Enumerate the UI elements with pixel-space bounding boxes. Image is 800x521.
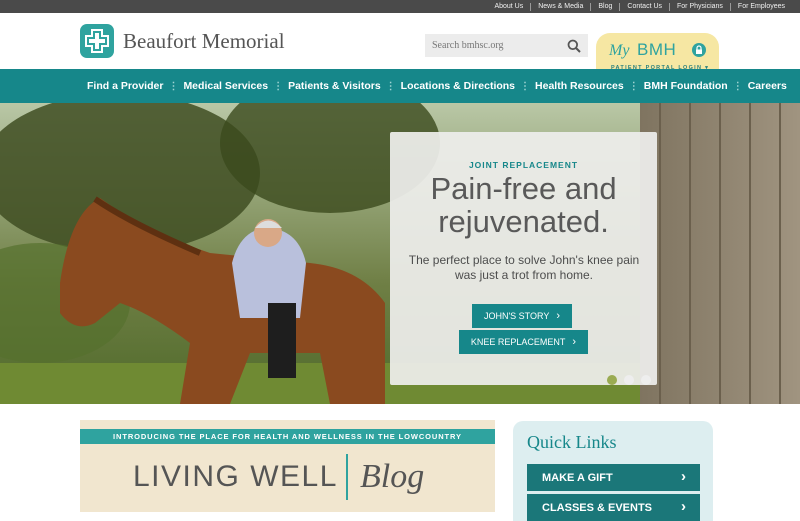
promo-title: Pain-free and rejuvenated.	[390, 172, 657, 238]
hero-carousel: JOINT REPLACEMENT Pain-free and rejuvena…	[0, 103, 800, 404]
utility-link-blog[interactable]: Blog	[590, 2, 619, 11]
promo-eyebrow: JOINT REPLACEMENT	[468, 160, 579, 170]
main-nav: Find a Provider ⋮ Medical Services ⋮ Pat…	[0, 69, 800, 103]
nav-separator: ⋮	[385, 80, 396, 92]
nav-separator: ⋮	[732, 80, 743, 92]
chevron-right-icon: ›	[572, 336, 577, 348]
hero-promo-card: JOINT REPLACEMENT Pain-free and rejuvena…	[390, 132, 657, 385]
site-header: Beaufort Memorial My BMH PATIENT PORTAL …	[0, 13, 800, 82]
blog-banner-living: LIVING WELL	[133, 460, 338, 493]
nav-item-locations[interactable]: Locations & Directions	[396, 80, 520, 92]
blog-banner-word: Blog	[360, 458, 425, 495]
utility-link-news[interactable]: News & Media	[530, 2, 590, 11]
johns-story-button[interactable]: JOHN'S STORY ›	[472, 304, 572, 328]
nav-item-health-resources[interactable]: Health Resources	[530, 80, 629, 92]
lock-icon	[692, 43, 706, 57]
knee-replacement-button[interactable]: KNEE REPLACEMENT ›	[459, 330, 588, 354]
blog-banner-divider	[346, 454, 348, 500]
nav-item-patients-visitors[interactable]: Patients & Visitors	[283, 80, 386, 92]
living-well-blog-banner[interactable]: INTRODUCING THE PLACE FOR HEALTH AND WEL…	[80, 420, 495, 512]
portal-my-text: My	[609, 42, 630, 59]
nav-separator: ⋮	[168, 80, 179, 92]
classes-events-button[interactable]: CLASSES & EVENTS ›	[527, 494, 700, 521]
chevron-right-icon: ›	[681, 468, 686, 485]
carousel-dot-1[interactable]	[607, 375, 617, 385]
utility-links: About Us News & Media Blog Contact Us Fo…	[487, 0, 792, 13]
blog-banner-strip: INTRODUCING THE PLACE FOR HEALTH AND WEL…	[80, 429, 495, 444]
utility-bar: About Us News & Media Blog Contact Us Fo…	[0, 0, 800, 13]
carousel-dots	[607, 375, 651, 385]
carousel-dot-3[interactable]	[641, 375, 651, 385]
nav-separator: ⋮	[273, 80, 284, 92]
search-icon	[567, 39, 581, 53]
site-logo[interactable]: Beaufort Memorial	[80, 24, 285, 58]
quick-links-title: Quick Links	[527, 432, 617, 452]
nav-separator: ⋮	[628, 80, 639, 92]
chevron-right-icon: ›	[681, 498, 686, 515]
quick-links-panel: Quick Links MAKE A GIFT › CLASSES & EVEN…	[513, 421, 713, 521]
logo-text: Beaufort Memorial	[123, 28, 285, 53]
make-a-gift-button[interactable]: MAKE A GIFT ›	[527, 464, 700, 491]
carousel-dot-2[interactable]	[624, 375, 634, 385]
utility-link-about[interactable]: About Us	[487, 3, 530, 11]
search-box	[425, 34, 588, 57]
portal-bmh-text: BMH	[637, 40, 677, 59]
utility-link-physicians[interactable]: For Physicians	[669, 2, 730, 11]
search-button[interactable]	[563, 34, 585, 57]
make-a-gift-label: MAKE A GIFT	[542, 471, 613, 484]
johns-story-label: JOHN'S STORY	[483, 311, 550, 321]
nav-item-careers[interactable]: Careers	[743, 80, 792, 92]
chevron-right-icon: ›	[556, 310, 561, 322]
utility-link-employees[interactable]: For Employees	[729, 2, 792, 11]
search-input[interactable]	[425, 40, 563, 51]
utility-link-contact[interactable]: Contact Us	[619, 2, 669, 11]
promo-title-line1: Pain-free and	[430, 171, 617, 206]
nav-item-foundation[interactable]: BMH Foundation	[639, 80, 733, 92]
nav-item-medical-services[interactable]: Medical Services	[178, 80, 273, 92]
nav-separator: ⋮	[520, 80, 531, 92]
promo-description: The perfect place to solve John's knee p…	[408, 253, 640, 282]
knee-replacement-label: KNEE REPLACEMENT	[470, 337, 566, 347]
nav-item-find-provider[interactable]: Find a Provider	[82, 80, 168, 92]
logo-cross-icon	[80, 24, 114, 58]
promo-title-line2: rejuvenated.	[438, 204, 609, 239]
